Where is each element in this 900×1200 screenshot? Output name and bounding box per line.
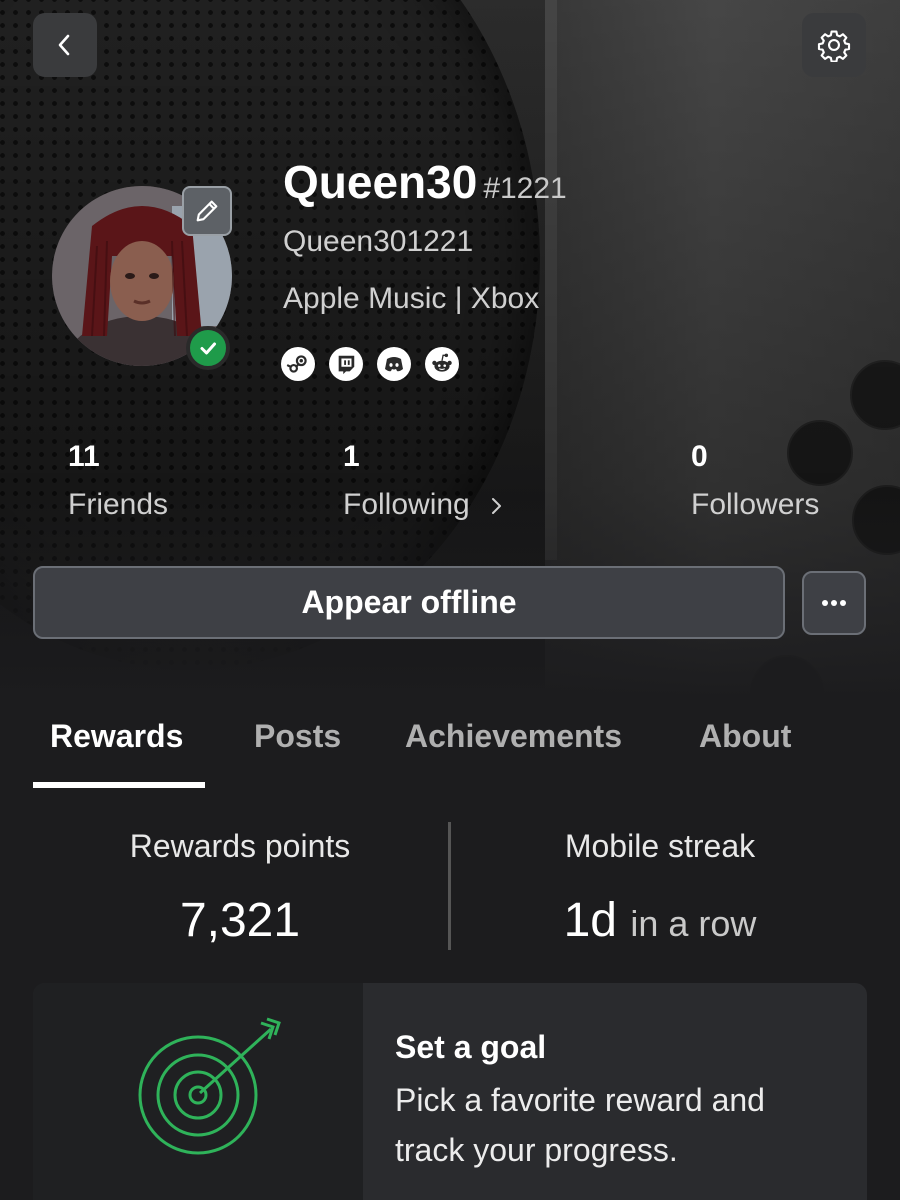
mobile-streak-label: Mobile streak — [564, 828, 756, 864]
tab-posts[interactable]: Posts — [254, 718, 341, 755]
more-options-button[interactable] — [802, 571, 866, 635]
following-count: 1 — [343, 440, 360, 473]
goal-description: Pick a favorite reward and track your pr… — [395, 1082, 765, 1168]
reddit-link[interactable] — [425, 347, 459, 381]
rewards-points-value: 7,321 — [179, 894, 301, 947]
avatar-container[interactable] — [52, 186, 232, 370]
gear-icon — [817, 30, 851, 62]
online-status-badge — [186, 326, 230, 370]
followers-label: Followers — [691, 488, 820, 521]
gamertag-suffix: #1221 — [483, 172, 567, 205]
gamertag-name: Queen30 — [283, 156, 478, 208]
friends-stat[interactable]: 11 Friends — [68, 440, 168, 522]
checkmark-icon — [200, 342, 216, 355]
friends-count: 11 — [68, 440, 100, 473]
active-tab-indicator — [33, 782, 205, 788]
followers-stat[interactable]: 0 Followers — [691, 440, 819, 522]
twitch-icon — [338, 355, 355, 375]
steam-icon — [286, 355, 307, 373]
chevron-right-icon — [492, 498, 502, 515]
chevron-left-icon — [58, 34, 70, 56]
more-icon — [822, 600, 846, 606]
tab-about[interactable]: About — [699, 718, 791, 755]
set-goal-card[interactable]: Set a goal Pick a favorite reward and tr… — [33, 983, 867, 1200]
streak-days: 1d — [563, 894, 617, 947]
pencil-icon — [196, 200, 218, 222]
following-stat[interactable]: 1 Following — [343, 440, 506, 522]
real-name: Queen301221 — [283, 225, 474, 258]
tab-rewards[interactable]: Rewards — [50, 718, 183, 755]
metrics-divider — [448, 822, 451, 950]
bio: Apple Music | Xbox — [283, 282, 540, 315]
social-links — [281, 347, 459, 381]
rewards-points-label: Rewards points — [129, 828, 351, 864]
discord-link[interactable] — [377, 347, 411, 381]
appear-offline-button[interactable]: Appear offline — [33, 566, 785, 639]
target-icon — [138, 1017, 281, 1155]
reddit-icon — [432, 353, 452, 372]
edit-avatar-button[interactable] — [182, 186, 232, 236]
friends-label: Friends — [68, 488, 169, 521]
goal-title: Set a goal — [395, 1029, 547, 1065]
following-label: Following — [343, 488, 470, 521]
twitch-link[interactable] — [329, 347, 363, 381]
gamertag: Queen30 #1221 — [283, 155, 567, 209]
followers-count: 0 — [691, 440, 708, 473]
streak-suffix: in a row — [630, 903, 757, 944]
steam-link[interactable] — [281, 347, 315, 381]
mobile-streak-value: 1d in a row — [520, 893, 800, 948]
settings-button[interactable] — [802, 13, 866, 77]
discord-icon — [385, 357, 403, 372]
tab-achievements[interactable]: Achievements — [405, 718, 622, 755]
back-button[interactable] — [33, 13, 97, 77]
